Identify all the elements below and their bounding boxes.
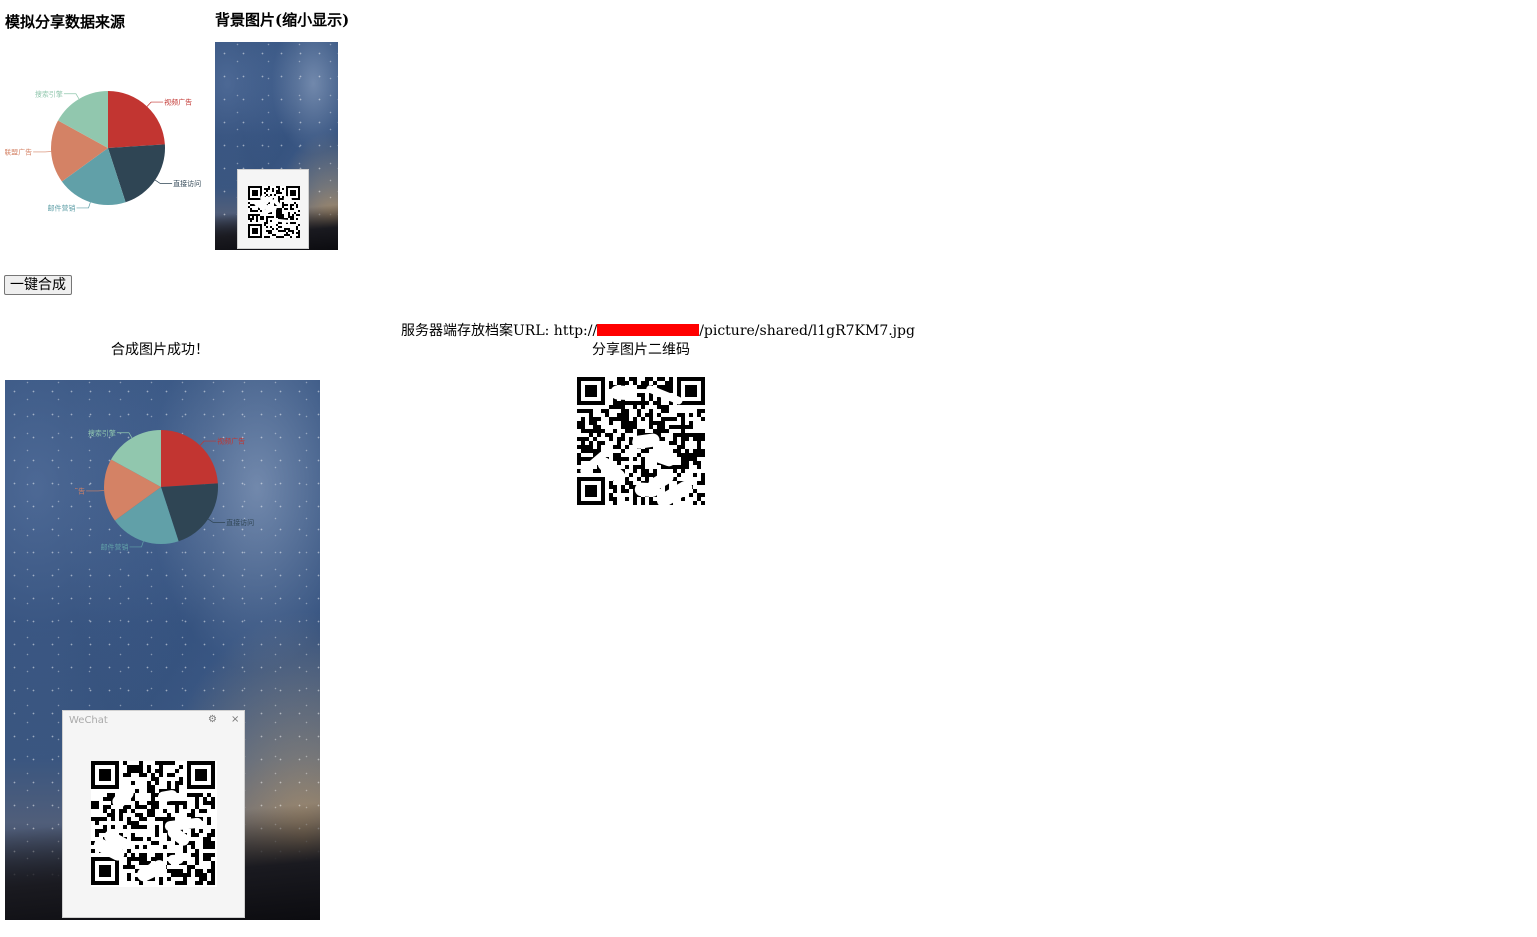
share-qr-code[interactable] bbox=[577, 377, 708, 508]
pie-large-slice-0 bbox=[161, 430, 218, 487]
pie-large-label-0: 视频广告 bbox=[217, 437, 245, 446]
pie-large-leader-4 bbox=[116, 432, 133, 439]
url-suffix: /picture/shared/l1gR7KM7.jpg bbox=[699, 323, 915, 339]
pie-small-label-3: 联盟广告 bbox=[5, 147, 32, 156]
gear-icon[interactable]: ⚙ bbox=[208, 714, 217, 725]
qr-code-thumb bbox=[248, 186, 300, 238]
merge-status: 合成图片成功！ bbox=[111, 342, 209, 358]
background-heading: 背景图片(缩小显示) bbox=[215, 11, 350, 29]
qr-caption: 分享图片二维码 bbox=[592, 342, 690, 358]
pie-large-label-2: 邮件营销 bbox=[101, 542, 129, 551]
wechat-window: WeChat ⚙ × bbox=[62, 710, 245, 918]
url-prefix: 服务器端存放档案URL: http:// bbox=[401, 323, 598, 339]
pie-small-slice-0 bbox=[108, 91, 165, 148]
pie-chart-small: 视频广告直接访问邮件营销 联盟广告 搜索引擎 bbox=[5, 75, 205, 220]
wechat-title: WeChat bbox=[69, 715, 108, 726]
background-thumbnail bbox=[215, 42, 338, 250]
pie-large-label-1: 直接访问 bbox=[226, 518, 254, 527]
wechat-window-thumb bbox=[237, 169, 309, 249]
pie-small-leader-1 bbox=[154, 179, 173, 184]
pie-small-leader-0 bbox=[146, 101, 164, 107]
share-qr-code-svg bbox=[577, 377, 708, 508]
composite-image: 视频广告直接访问邮件营销 联盟广告 搜索引擎 WeChat ⚙ × bbox=[5, 380, 320, 920]
pie-large-leader-1 bbox=[207, 518, 226, 523]
pie-small-label-4: 搜索引擎 bbox=[35, 89, 63, 98]
merge-button[interactable]: 一键合成 bbox=[4, 275, 72, 295]
data-source-heading: 模拟分享数据来源 bbox=[5, 13, 126, 31]
url-redaction bbox=[597, 324, 700, 336]
pie-large-label-3: 联盟广告 bbox=[75, 486, 85, 495]
wechat-qr-code bbox=[91, 761, 217, 887]
pie-small-label-0: 视频广告 bbox=[164, 98, 192, 107]
pie-chart-composite: 视频广告直接访问邮件营销 联盟广告 搜索引擎 bbox=[75, 428, 254, 551]
pie-large-label-4: 搜索引擎 bbox=[88, 428, 116, 437]
pie-small-label-1: 直接访问 bbox=[173, 179, 201, 188]
close-icon[interactable]: × bbox=[231, 714, 239, 725]
pie-small-leader-4 bbox=[63, 93, 80, 100]
pie-small-label-2: 邮件营销 bbox=[48, 203, 76, 212]
pie-large-leader-2 bbox=[129, 541, 144, 548]
pie-large-leader-0 bbox=[199, 440, 217, 446]
pie-chart-small-svg: 视频广告直接访问邮件营销 联盟广告 搜索引擎 bbox=[5, 89, 201, 212]
pie-small-leader-2 bbox=[76, 202, 91, 209]
server-url-line: 服务器端存放档案URL: http:// /picture/shared/l1gR… bbox=[401, 320, 915, 340]
